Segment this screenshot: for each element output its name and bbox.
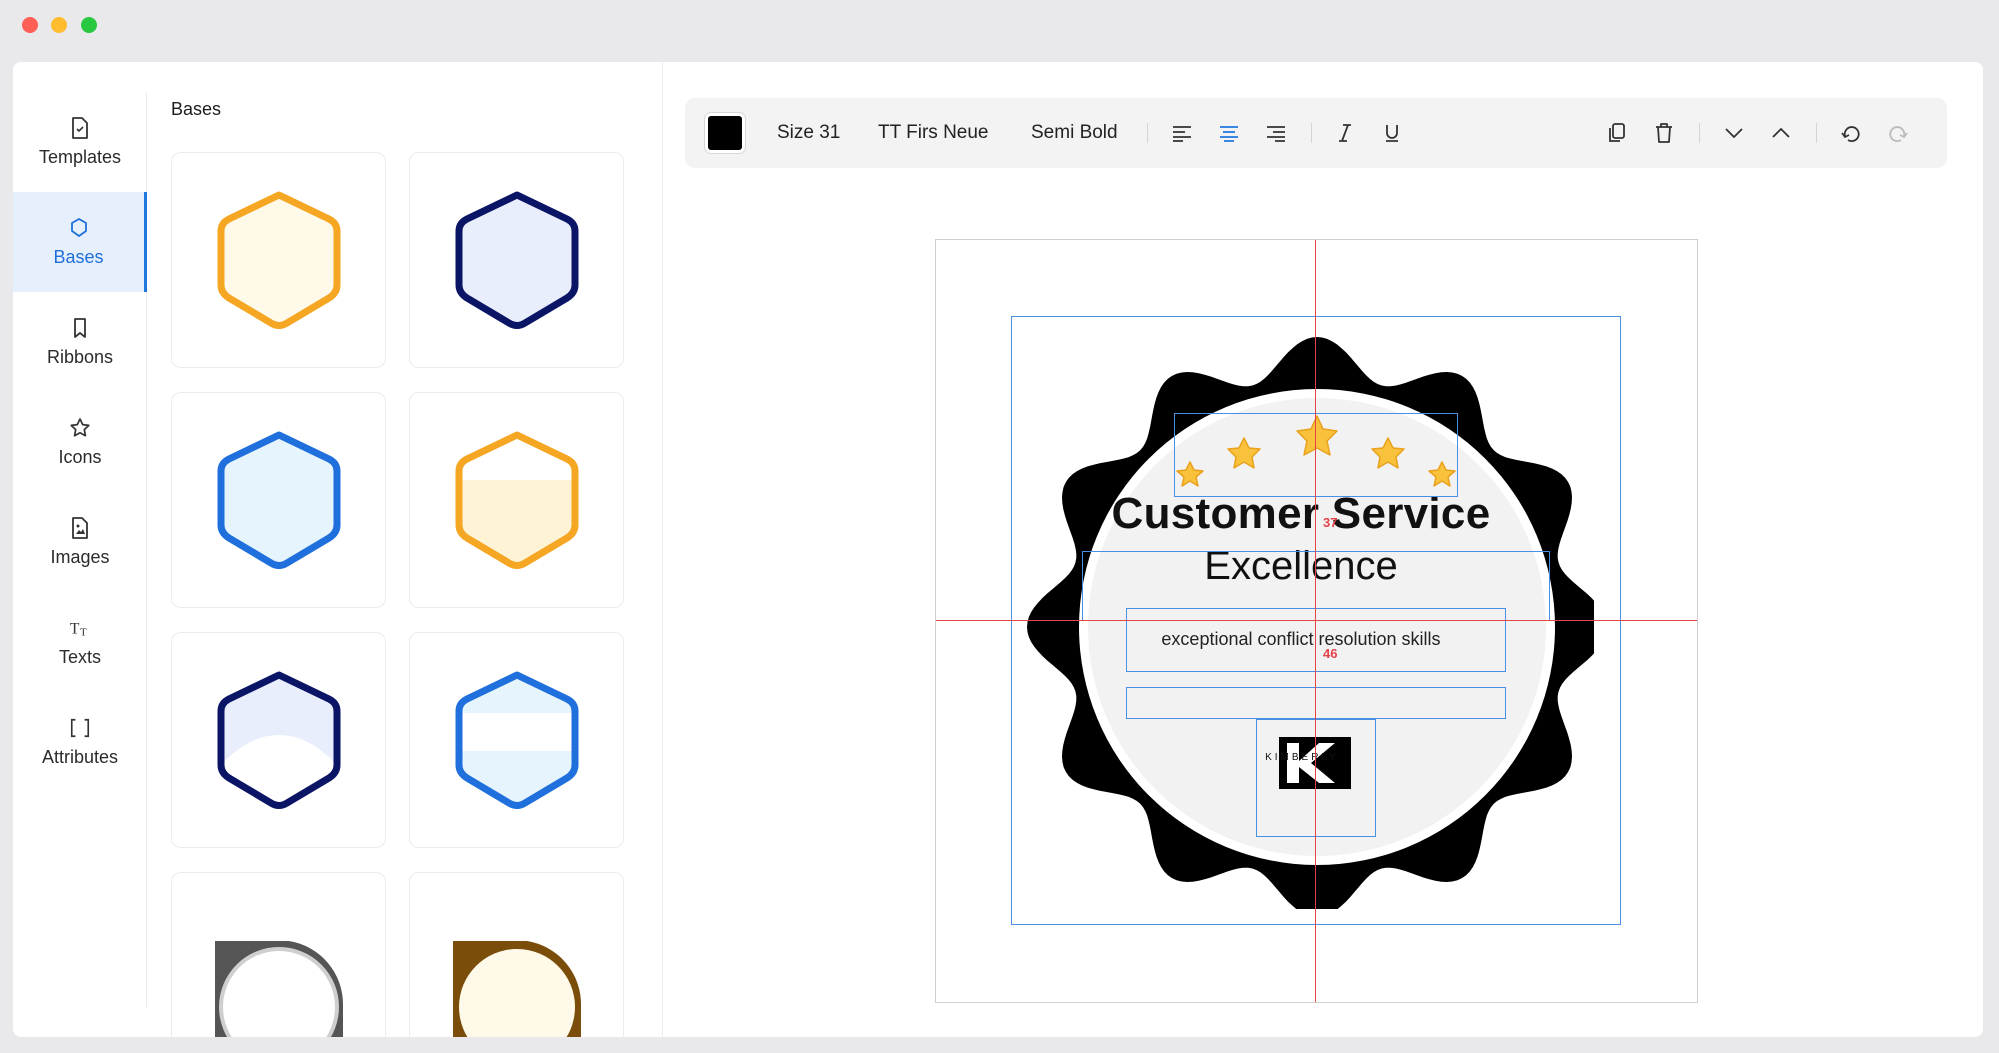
toolbar-divider [1311,123,1312,143]
undo-icon [1841,126,1860,142]
selection-box-stars [1174,413,1458,497]
sidebar-item-images[interactable]: Images [13,492,147,592]
align-right-icon [1267,126,1285,142]
toolbar-divider [1147,123,1148,143]
base-tile-orange-light[interactable] [171,152,386,368]
align-center-icon [1220,126,1238,142]
zoom-window-button[interactable] [81,17,97,33]
text-color-swatch[interactable] [705,113,745,153]
base-tile-gray-circle[interactable] [171,872,386,1037]
bases-panel: Bases [148,62,663,1037]
circle-base-icon [214,941,343,1037]
sidebar-item-attributes[interactable]: Attributes [13,692,147,792]
image-file-icon [69,516,91,539]
window-titlebar [0,0,1999,47]
italic-button[interactable] [1331,119,1359,147]
circle-base-icon [452,941,581,1037]
underline-icon [1386,125,1398,142]
sidebar-item-label: Attributes [41,746,119,767]
sidebar-item-ribbons[interactable]: Ribbons [13,292,147,392]
selection-box-description [1126,687,1506,719]
spacing-measure-top: 37 [1323,515,1338,530]
spacing-measure-mid: 46 [1323,646,1338,661]
sidebar-item-templates[interactable]: Templates [13,92,147,192]
selection-box-logo [1256,719,1376,837]
base-tile-blue-light[interactable] [171,392,386,608]
sidebar-item-label: Texts [58,646,101,667]
font-weight-dropdown[interactable]: Semi Bold [1031,98,1118,168]
underline-button[interactable] [1378,119,1406,147]
undo-button[interactable] [1837,119,1865,147]
base-tile-navy-light[interactable] [409,152,624,368]
star-icon [69,417,91,439]
move-up-button[interactable] [1767,119,1795,147]
font-family-dropdown[interactable]: TT Firs Neue [878,98,989,168]
base-tile-navy-half[interactable] [171,632,386,848]
base-tile-orange-half[interactable] [409,392,624,608]
sidebar-item-label: Ribbons [46,346,114,367]
align-left-icon [1173,126,1191,142]
redo-button[interactable] [1884,119,1912,147]
trash-icon [1656,123,1672,143]
close-window-button[interactable] [22,17,38,33]
align-center-button[interactable] [1215,119,1243,147]
shield-base-icon [217,671,340,809]
toolbar-divider [1699,123,1700,143]
panel-title: Bases [171,99,222,119]
sidebar-item-bases[interactable]: Bases [13,192,147,292]
shield-base-icon [455,671,578,809]
copy-icon [1609,123,1625,142]
bookmark-icon [69,317,91,339]
sidebar-item-texts[interactable]: TT Texts [13,592,147,692]
center-guide-vertical [1315,240,1316,1002]
sidebar-item-label: Icons [58,446,102,467]
shield-base-icon [217,191,340,329]
duplicate-button[interactable] [1603,119,1631,147]
font-size-dropdown[interactable]: Size 31 [777,98,840,168]
redo-icon [1889,126,1908,142]
text-toolbar: Size 31 TT Firs Neue Semi Bold [685,98,1947,168]
brackets-icon [69,717,91,739]
selection-box-subtitle [1126,608,1506,672]
italic-icon [1339,124,1351,142]
sidebar-item-label: Templates [38,146,122,167]
align-left-button[interactable] [1168,119,1196,147]
base-tile-blue-band[interactable] [409,632,624,848]
chevron-down-icon [1725,128,1743,139]
shield-base-icon [217,431,340,569]
toolbar-divider [1816,123,1817,143]
sidebar-item-label: Images [50,546,110,567]
shield-base-icon [455,191,578,329]
shield-icon [68,217,90,239]
minimize-window-button[interactable] [51,17,67,33]
delete-button[interactable] [1650,119,1678,147]
move-down-button[interactable] [1720,119,1748,147]
align-right-button[interactable] [1262,119,1290,147]
base-tile-brown-circle[interactable] [409,872,624,1037]
text-icon: TT [69,617,91,639]
sidebar-item-label: Bases [53,246,104,267]
center-guide-horizontal [936,620,1697,621]
file-icon [69,116,91,139]
sidebar-nav: Templates Bases Ribbons Icons Images T T… [13,92,147,1007]
shield-base-icon [455,431,578,569]
sidebar-item-icons[interactable]: Icons [13,392,147,492]
chevron-up-icon [1772,127,1790,138]
svg-text:T: T [80,626,87,638]
svg-text:T: T [70,620,80,637]
